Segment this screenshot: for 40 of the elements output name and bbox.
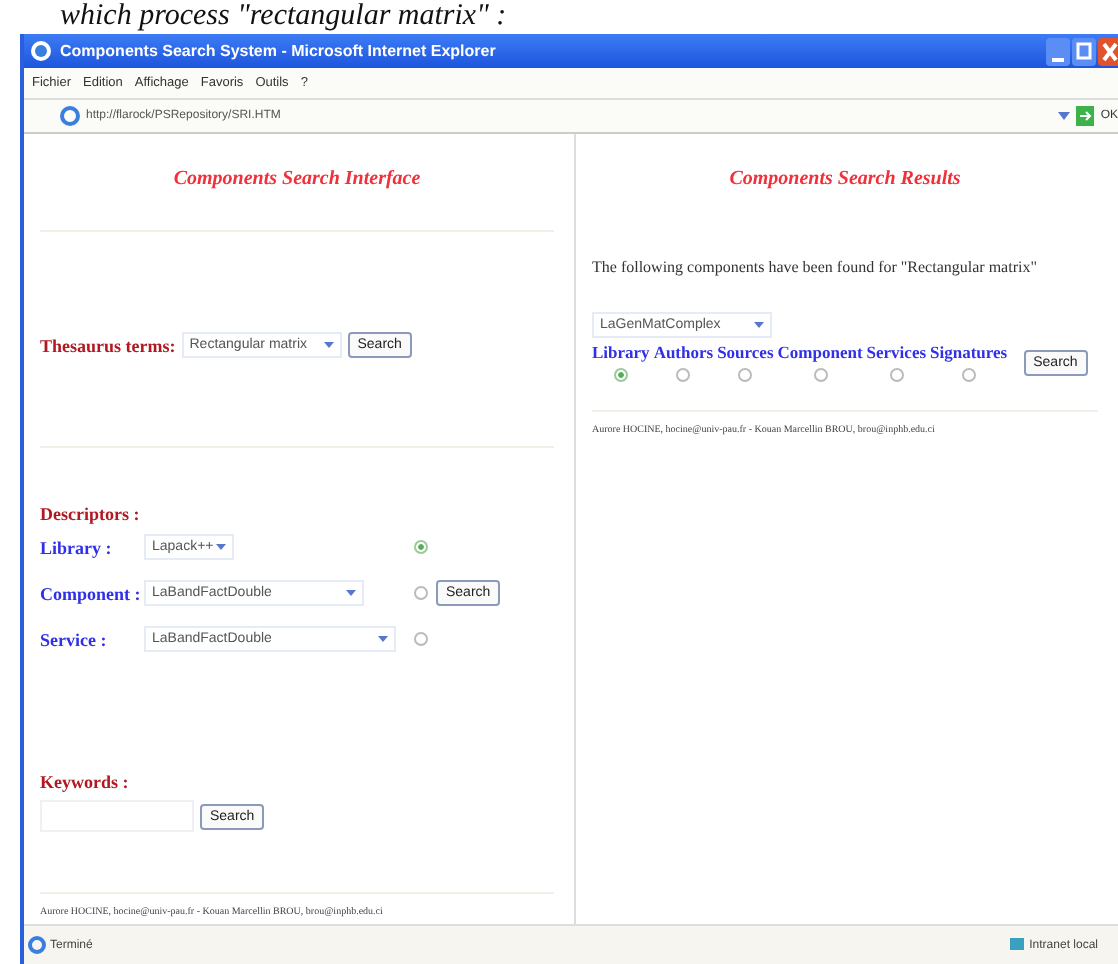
radio-button[interactable]	[738, 368, 753, 382]
dropdown-caret-icon[interactable]	[1058, 112, 1071, 120]
option-label: Signatures	[930, 342, 1008, 362]
field-label: Service :	[40, 629, 109, 649]
caption-text: which process "rectangular matrix" :	[58, 0, 509, 34]
caret-icon	[346, 590, 356, 596]
caret-icon	[323, 342, 334, 348]
option-label: Component	[777, 342, 863, 362]
section-label: Keywords :	[40, 772, 131, 792]
radio-button[interactable]	[613, 368, 628, 382]
go-arrow-icon[interactable]	[1076, 106, 1095, 126]
option-label: Services	[866, 342, 927, 362]
network-icon	[1007, 936, 1026, 954]
radio-button[interactable]	[414, 540, 428, 554]
section-label: Descriptors :	[40, 504, 142, 524]
section-title: Components Search Interface	[171, 168, 423, 190]
window-title: Components Search System - Microsoft Internet Explorer	[60, 42, 496, 60]
caret-icon	[754, 322, 764, 328]
minimize-icon[interactable]	[1046, 37, 1070, 65]
radio-button[interactable]	[961, 368, 976, 382]
field-label: Thesaurus terms:	[40, 335, 176, 355]
page-icon	[60, 106, 80, 126]
browser-icon	[30, 40, 52, 62]
radio-button[interactable]	[414, 586, 428, 600]
caret-icon	[378, 636, 388, 642]
radio-button[interactable]	[414, 632, 428, 646]
radio-button[interactable]	[889, 368, 904, 382]
radio-button[interactable]	[813, 368, 828, 382]
radio-button[interactable]	[676, 368, 691, 382]
field-label: Component :	[40, 583, 143, 603]
section-title: Components Search Results	[727, 168, 963, 190]
field-label: Library :	[40, 537, 114, 557]
close-icon[interactable]	[1098, 37, 1118, 65]
page-icon	[28, 936, 46, 954]
maximize-icon[interactable]	[1072, 37, 1096, 65]
caret-icon	[216, 544, 226, 550]
option-label: Authors	[653, 342, 714, 362]
message-text: The following components have been found for "Rectangular matrix"	[592, 258, 1039, 276]
option-label: Sources	[717, 342, 774, 362]
option-label: Library	[592, 342, 650, 362]
